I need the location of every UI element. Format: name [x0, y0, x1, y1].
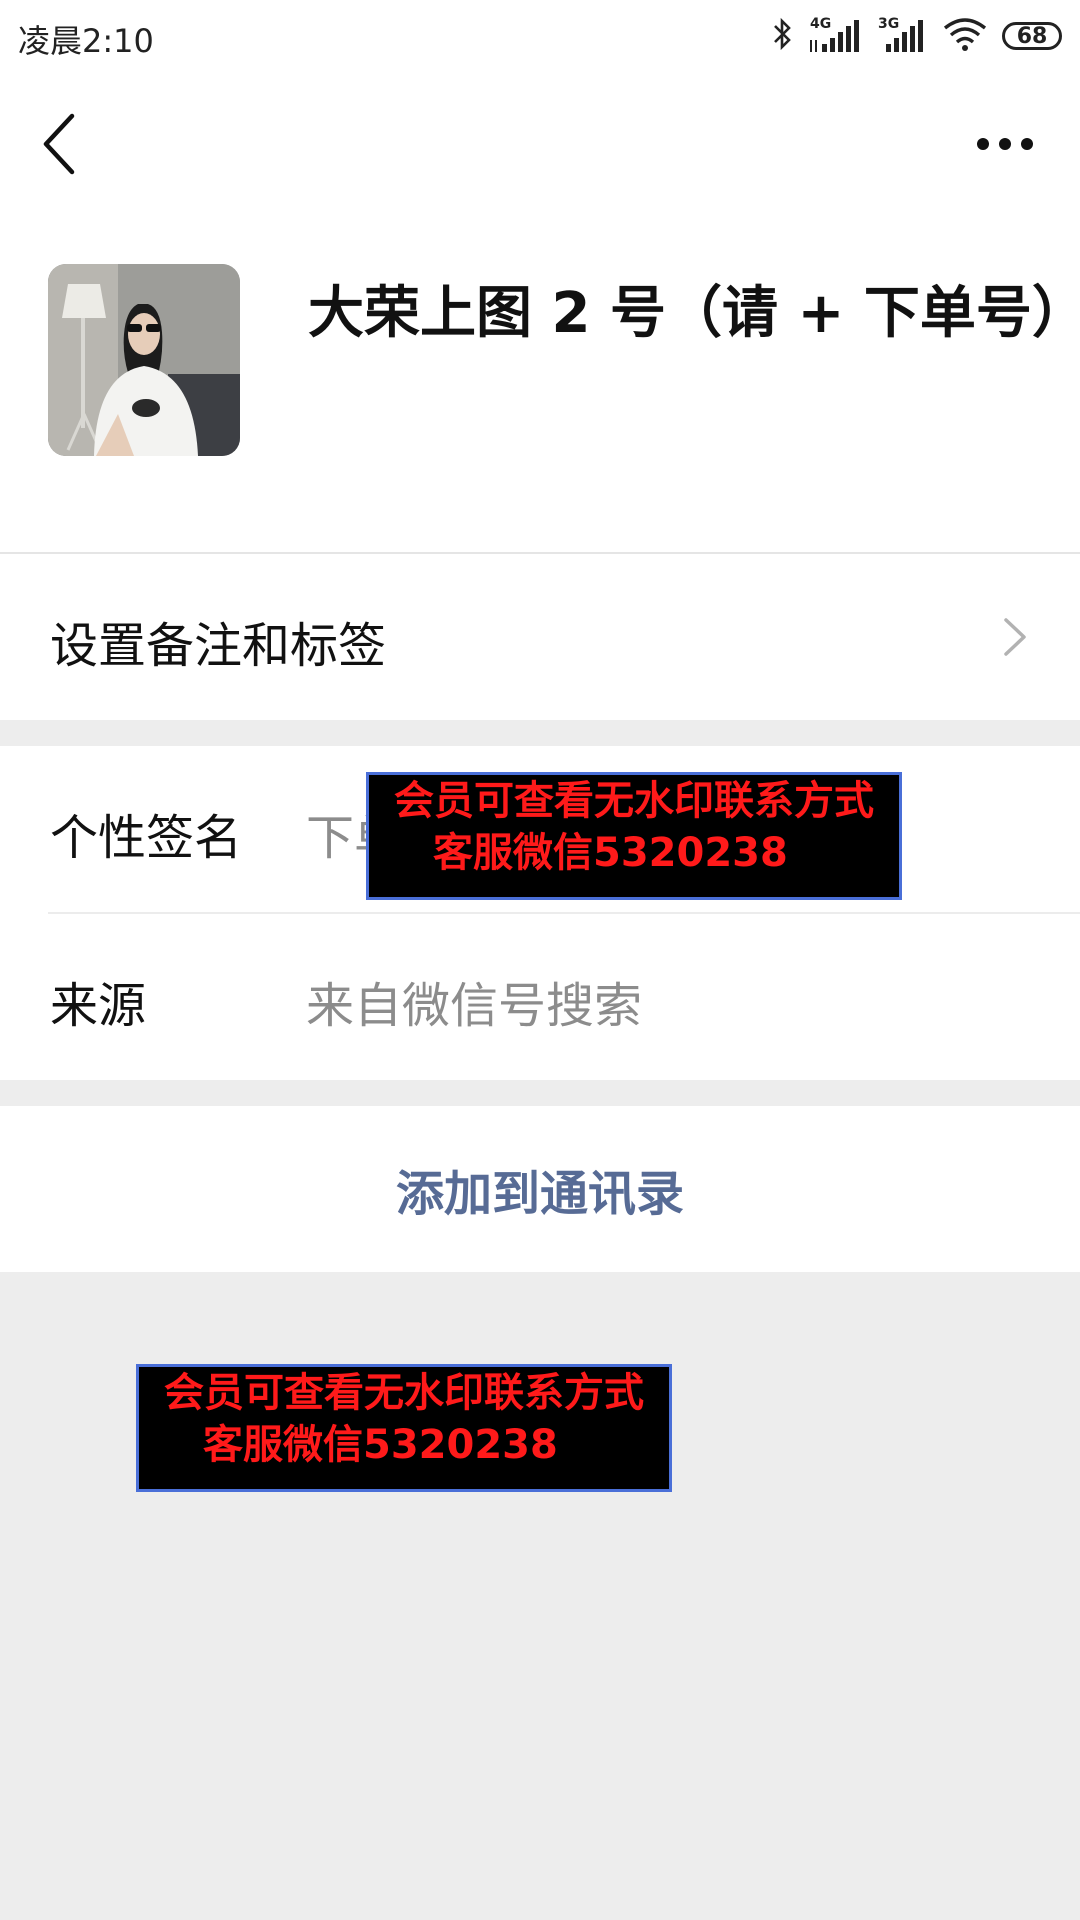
signal-3g-icon: 3G — [878, 16, 928, 56]
status-time: 凌晨2:10 — [18, 22, 154, 60]
signal-4g-icon: 4G — [808, 16, 864, 56]
add-section: 添加到通讯录 — [0, 1106, 1080, 1272]
watermark-line-2: 客服微信5320238 — [203, 1422, 558, 1468]
source-value: 来自微信号搜索 — [306, 978, 643, 1034]
avatar[interactable] — [48, 264, 240, 456]
status-bar: 凌晨2:10 4G 3G 68 — [0, 0, 1080, 74]
watermark-banner: 会员可查看无水印联系方式 客服微信5320238 — [366, 772, 902, 900]
watermark-line-2: 客服微信5320238 — [433, 830, 788, 876]
bluetooth-icon — [772, 17, 794, 55]
watermark-banner: 会员可查看无水印联系方式 客服微信5320238 — [136, 1364, 672, 1492]
signature-label: 个性签名 — [50, 810, 243, 866]
battery-level: 68 — [1016, 23, 1048, 49]
add-to-contacts-button[interactable]: 添加到通讯录 — [0, 1106, 1080, 1272]
back-arrow-icon — [43, 113, 75, 175]
status-icons: 4G 3G 68 — [772, 14, 1062, 58]
profile-header: 大荣上图 2 号（请 + 下单号） — [0, 214, 1080, 552]
back-button[interactable] — [30, 104, 90, 184]
watermark-line-1: 会员可查看无水印联系方式 — [164, 1370, 644, 1416]
top-nav — [0, 74, 1080, 214]
wifi-icon — [942, 16, 988, 56]
more-dots-icon — [977, 138, 1033, 150]
source-label: 来源 — [50, 978, 147, 1034]
set-remark-row[interactable]: 设置备注和标签 — [0, 554, 1080, 720]
watermark-line-1: 会员可查看无水印联系方式 — [394, 778, 874, 824]
chevron-right-icon — [1000, 612, 1030, 662]
profile-name: 大荣上图 2 号（请 + 下单号） — [308, 281, 1080, 346]
battery-icon: 68 — [1002, 22, 1062, 50]
source-row: 来源 来自微信号搜索 — [0, 914, 1080, 1080]
more-button[interactable] — [970, 114, 1040, 174]
remark-label: 设置备注和标签 — [50, 618, 387, 674]
